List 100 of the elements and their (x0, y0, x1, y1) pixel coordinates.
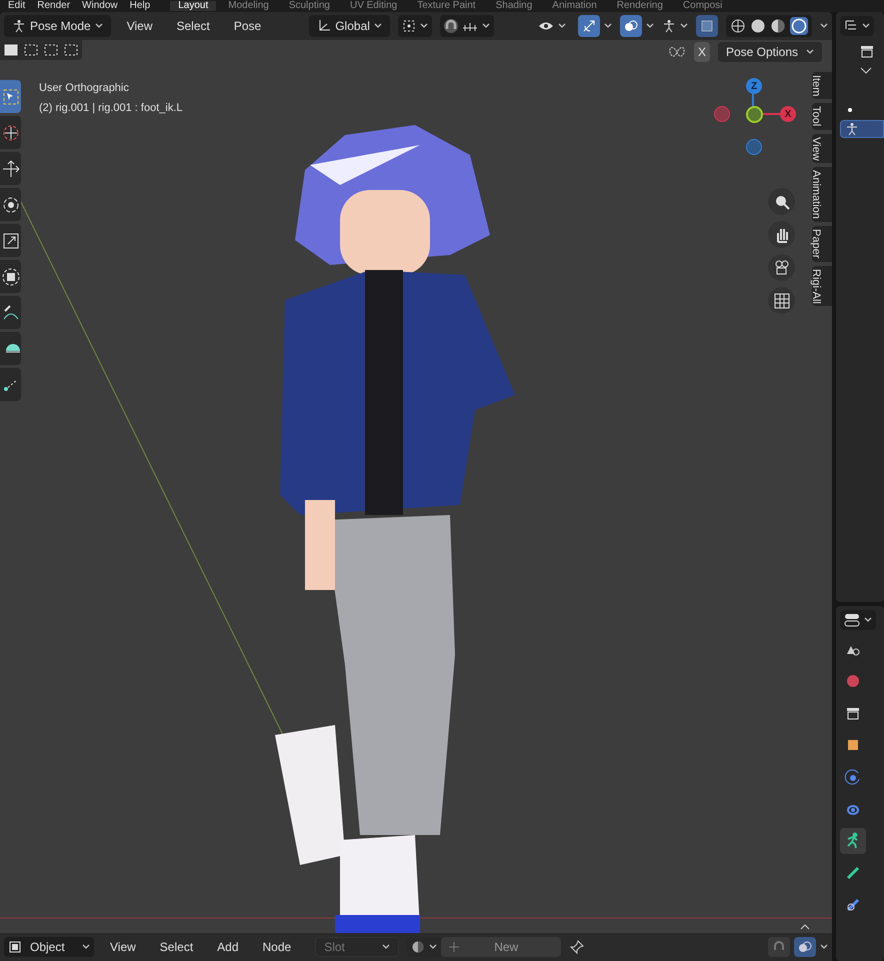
menu-item[interactable]: Help (130, 1, 150, 11)
workspace-tab[interactable]: Composi (674, 1, 730, 11)
workspace-tab[interactable]: Layout (170, 1, 216, 11)
viewport[interactable]: User Orthographic (2) rig.001 | rig.001 : foot_ik.L X Pose Options Z X Item Tool View Animation Paper Rigi-All (0, 40, 832, 933)
menu-item[interactable]: Edit (8, 1, 26, 11)
expand-caret-icon[interactable] (860, 66, 872, 76)
z-axis-handle[interactable]: Z (746, 78, 762, 94)
workspace-tab[interactable]: Texture Paint (409, 1, 484, 11)
solid-sphere-icon[interactable] (750, 18, 766, 34)
pin-icon[interactable] (569, 939, 586, 955)
sidebar-tab[interactable]: Item (812, 72, 832, 100)
pivot-dropdown[interactable] (398, 15, 432, 37)
editor-type-dropdown[interactable] (840, 610, 876, 630)
protractor-icon (5, 344, 21, 353)
grid-button[interactable] (768, 287, 795, 314)
sidebar-tab[interactable]: Rigi-All (812, 266, 832, 306)
sidebar-tab[interactable]: Tool (812, 103, 832, 130)
navigation-gizmo[interactable]: Z X (710, 76, 800, 162)
wireframe-sphere-icon[interactable] (730, 18, 746, 34)
camera-button[interactable] (768, 254, 795, 281)
scale-icon (1, 230, 21, 250)
grid-icon (772, 292, 790, 310)
workspace-tab[interactable]: Rendering (608, 1, 671, 11)
cursor-icon (1, 122, 21, 142)
snap-toggle[interactable] (444, 19, 458, 33)
tool-button[interactable] (0, 224, 21, 257)
sidebar-tab[interactable]: View (812, 134, 832, 164)
menu-item[interactable]: Window (82, 1, 118, 11)
tool-button[interactable] (0, 332, 21, 365)
pose-figure-icon (662, 19, 676, 33)
sidebar-tab[interactable]: Animation (812, 167, 832, 222)
mirror-x-button[interactable]: X (694, 42, 710, 62)
caret-icon (374, 23, 382, 29)
object-mode-dropdown[interactable]: Object (4, 937, 94, 957)
square-icon (8, 940, 22, 954)
selection-mode-icon[interactable] (2, 42, 20, 58)
menu-button[interactable]: Pose (226, 17, 270, 35)
snap-toggle[interactable] (768, 937, 790, 957)
pose-figure-icon (845, 122, 859, 136)
workspace-tab[interactable]: Modeling (220, 1, 277, 11)
selection-mode-icon[interactable] (22, 42, 40, 58)
editor-type-dropdown[interactable] (840, 16, 874, 36)
workspace-tab[interactable]: Animation (544, 1, 605, 11)
hand-button[interactable] (768, 221, 795, 248)
menu-item[interactable]: Render (37, 1, 70, 11)
caret-icon (820, 944, 828, 950)
overlay-toggle[interactable] (794, 937, 816, 957)
rendered-shading-toggle[interactable] (790, 17, 808, 35)
camera-icon (772, 258, 790, 276)
properties-tab[interactable] (840, 828, 866, 854)
transform-icon (1, 266, 21, 286)
menu-button[interactable]: Select (168, 17, 218, 35)
toggle-switch-icon (844, 613, 860, 627)
pose-options-dropdown[interactable]: Pose Options (718, 42, 822, 62)
collection-box-icon (860, 44, 874, 58)
tool-button[interactable] (0, 368, 21, 401)
y-axis-handle[interactable] (746, 106, 763, 123)
neg-z-axis-handle[interactable] (746, 139, 762, 155)
tool-button[interactable] (0, 260, 21, 293)
menu-button[interactable]: View (102, 938, 144, 956)
rendered-sphere-icon (790, 17, 808, 35)
tool-button[interactable] (0, 116, 21, 149)
new-material-button[interactable]: New (441, 937, 562, 957)
menu-button[interactable]: Add (209, 938, 247, 956)
mode-dropdown[interactable]: Pose Mode (4, 15, 111, 37)
bone-overlay-dropdown[interactable] (662, 19, 688, 33)
move-arrows-icon (1, 158, 21, 178)
neg-x-axis-handle[interactable] (714, 106, 730, 122)
axes-icon (317, 19, 332, 33)
overlapping-circles-icon (798, 940, 812, 954)
caret-icon (862, 23, 870, 29)
selection-mode-icon[interactable] (42, 42, 60, 58)
tool-button[interactable] (0, 152, 21, 185)
sidebar-tab[interactable]: Paper (812, 226, 832, 262)
menu-button[interactable]: View (118, 17, 160, 35)
outliner-row[interactable] (840, 120, 884, 138)
selection-mode-icon[interactable] (62, 42, 80, 58)
workspace-tab[interactable]: UV Editing (342, 1, 406, 11)
material-sphere-icon[interactable] (770, 18, 786, 34)
caret-icon (382, 944, 390, 950)
menu-button[interactable]: Node (254, 938, 300, 956)
tool-button[interactable] (0, 188, 21, 221)
orientation-dropdown[interactable]: Global (309, 15, 390, 37)
menu-button[interactable]: Select (152, 938, 202, 956)
caret-icon (646, 23, 654, 29)
caret-icon (94, 23, 103, 29)
overlay-dropdown[interactable] (620, 15, 654, 37)
workspace-tab[interactable]: Sculpting (280, 1, 338, 11)
caret-icon (558, 23, 566, 29)
zoom-button[interactable] (768, 188, 795, 215)
gizmo-dropdown[interactable] (578, 15, 612, 37)
overlay-toggle[interactable] (620, 15, 642, 37)
xray-toggle[interactable] (696, 15, 718, 37)
gizmo-toggle[interactable] (578, 15, 600, 37)
workspace-tab[interactable]: Shading (488, 1, 540, 11)
tool-button[interactable] (0, 296, 21, 329)
view-name-label: User Orthographic (39, 81, 130, 96)
material-sphere-icon (411, 940, 426, 954)
caret-icon (806, 49, 814, 55)
caret-icon (482, 23, 490, 29)
